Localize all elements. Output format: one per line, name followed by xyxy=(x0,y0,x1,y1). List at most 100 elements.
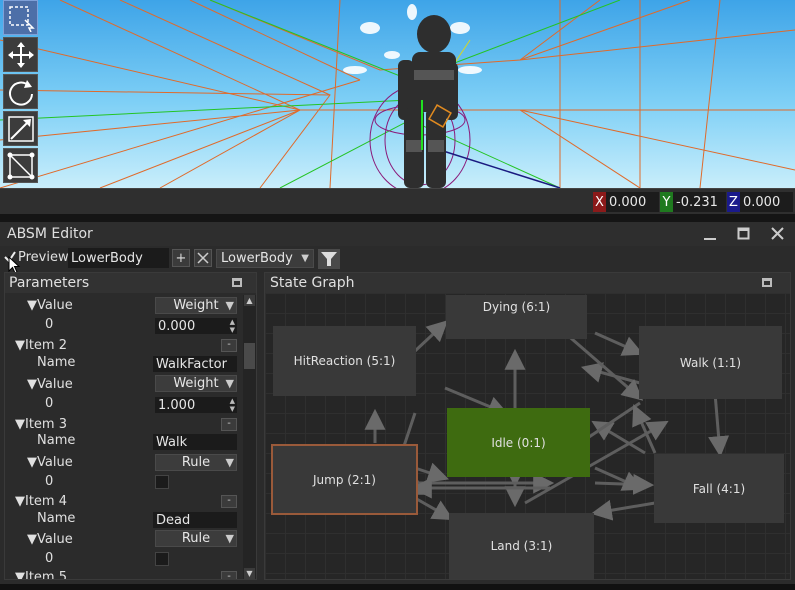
item3-index-label: 0 xyxy=(45,474,54,489)
item1-value-field[interactable]: 0.000 ▲ ▼ xyxy=(155,318,237,334)
y-label: Y xyxy=(660,192,673,212)
select-tool-button[interactable] xyxy=(3,0,38,35)
state-node-idle[interactable]: Idle (0:1) xyxy=(447,408,590,477)
item4-value-label[interactable]: ▼Value xyxy=(27,532,73,547)
expand-arrow-icon: ▼ xyxy=(27,377,37,392)
resize-icon xyxy=(7,152,34,179)
bottom-edge xyxy=(0,584,795,590)
item2-value-field[interactable]: 1.000 ▲ ▼ xyxy=(155,397,237,413)
parameters-panel: Parameters ▼Value Weight ▼ 0 0.000 ▲ ▼ ▼It… xyxy=(4,272,257,580)
item4-name-field[interactable]: Dead xyxy=(153,512,237,528)
item1-value-type-select[interactable]: Weight ▼ xyxy=(155,297,237,314)
absm-editor-window: ABSM Editor Preview LowerBody + LowerBod… xyxy=(0,222,795,584)
scene-wireframe xyxy=(0,0,795,188)
x-coordinate: X 0.000 xyxy=(593,192,659,212)
move-tool-button[interactable] xyxy=(3,37,38,72)
stepper-icon[interactable]: ▲ ▼ xyxy=(230,397,235,413)
layer-select-value: LowerBody xyxy=(221,251,293,266)
chevron-down-icon: ▼ xyxy=(225,456,234,469)
item4-header[interactable]: ▼Item 4 xyxy=(15,494,67,509)
item2-header[interactable]: ▼Item 2 xyxy=(15,338,67,353)
item3-rule-checkbox[interactable] xyxy=(155,475,169,489)
chevron-down-icon: ▼ xyxy=(225,377,234,390)
item3-name-label: Name xyxy=(37,433,76,448)
editor-titlebar[interactable]: ABSM Editor xyxy=(0,222,795,246)
chevron-down-icon: ▼ xyxy=(301,253,309,264)
x-field[interactable]: 0.000 xyxy=(606,192,659,212)
item2-name-field[interactable]: WalkFactor xyxy=(153,356,237,372)
scale-tool-button[interactable] xyxy=(3,111,38,146)
scroll-up-icon[interactable]: ▲ xyxy=(244,295,255,306)
preview-label[interactable]: Preview xyxy=(18,250,69,265)
item2-index-label: 0 xyxy=(45,396,54,411)
z-field[interactable]: 0.000 xyxy=(740,192,793,212)
state-node-fall[interactable]: Fall (4:1) xyxy=(654,454,784,523)
item3-value-type-select[interactable]: Rule ▼ xyxy=(155,454,237,471)
item4-index-label: 0 xyxy=(45,551,54,566)
resize-tool-button[interactable] xyxy=(3,148,38,183)
item2-name-label: Name xyxy=(37,355,76,370)
rotate-icon xyxy=(8,79,33,106)
item5-remove-button[interactable]: - xyxy=(221,571,237,579)
expand-arrow-icon: ▼ xyxy=(27,532,37,547)
item2-remove-button[interactable]: - xyxy=(221,339,237,352)
remove-layer-button[interactable] xyxy=(194,249,212,267)
chevron-down-icon: ▼ xyxy=(225,299,234,312)
expand-arrow-icon: ▼ xyxy=(15,338,25,353)
scrollbar-thumb[interactable] xyxy=(244,343,255,369)
item3-name-field[interactable]: Walk xyxy=(153,434,237,450)
item5-header[interactable]: ▼Item 5 xyxy=(15,570,67,580)
state-node-land[interactable]: Land (3:1) xyxy=(449,513,594,579)
item3-value-label[interactable]: ▼Value xyxy=(27,455,73,470)
select-icon xyxy=(8,5,35,32)
expand-arrow-icon: ▼ xyxy=(27,298,37,313)
item3-remove-button[interactable]: - xyxy=(221,418,237,431)
layer-name-field[interactable]: LowerBody xyxy=(68,248,169,268)
item3-header[interactable]: ▼Item 3 xyxy=(15,417,67,432)
expand-arrow-icon: ▼ xyxy=(15,570,25,580)
filter-icon[interactable] xyxy=(318,249,340,269)
panel-separator[interactable] xyxy=(0,214,795,222)
item2-value-type-select[interactable]: Weight ▼ xyxy=(155,375,237,392)
parameters-header: Parameters xyxy=(5,273,256,293)
panel-maximize-icon[interactable] xyxy=(232,278,242,287)
x-label: X xyxy=(593,192,606,212)
state-node-hitreaction[interactable]: HitReaction (5:1) xyxy=(273,326,416,396)
expand-arrow-icon: ▼ xyxy=(15,494,25,509)
item1-index-label: 0 xyxy=(45,317,54,332)
z-label: Z xyxy=(727,192,740,212)
scroll-down-icon[interactable]: ▼ xyxy=(244,568,255,579)
scale-icon xyxy=(7,115,34,142)
chevron-down-icon: ▼ xyxy=(225,532,234,545)
state-node-jump[interactable]: Jump (2:1) xyxy=(271,444,418,515)
item1-value-label[interactable]: ▼Value xyxy=(27,298,73,313)
minimize-icon[interactable] xyxy=(703,228,717,242)
state-node-walk[interactable]: Walk (1:1) xyxy=(639,326,782,399)
editor-toolbar: Preview LowerBody + LowerBody ▼ xyxy=(0,246,795,274)
item4-rule-checkbox[interactable] xyxy=(155,552,169,566)
item4-name-label: Name xyxy=(37,511,76,526)
item2-value-label[interactable]: ▼Value xyxy=(27,377,73,392)
maximize-icon[interactable] xyxy=(737,227,751,241)
item4-value-type-select[interactable]: Rule ▼ xyxy=(155,530,237,547)
remove-icon xyxy=(197,252,209,264)
parameters-scrollbar[interactable]: ▲ ▼ xyxy=(243,295,256,579)
z-coordinate: Z 0.000 xyxy=(727,192,793,212)
scene-viewport[interactable] xyxy=(0,0,795,188)
editor-title: ABSM Editor xyxy=(7,226,93,242)
layer-select[interactable]: LowerBody ▼ xyxy=(216,249,314,268)
add-icon: + xyxy=(175,250,187,266)
y-field[interactable]: -0.231 xyxy=(673,192,726,212)
panel-maximize-icon[interactable] xyxy=(762,278,772,287)
state-graph-header: State Graph xyxy=(265,273,790,293)
rotate-tool-button[interactable] xyxy=(3,74,38,109)
item4-remove-button[interactable]: - xyxy=(221,495,237,508)
add-layer-button[interactable]: + xyxy=(172,249,190,267)
close-icon[interactable] xyxy=(770,226,785,241)
state-graph-panel[interactable]: State Graph Dying (6:1) HitReaction (5:1… xyxy=(264,272,791,580)
expand-arrow-icon: ▼ xyxy=(15,417,25,432)
y-coordinate: Y -0.231 xyxy=(660,192,726,212)
state-node-dying[interactable]: Dying (6:1) xyxy=(446,295,587,339)
move-icon xyxy=(7,41,34,68)
stepper-icon[interactable]: ▲ ▼ xyxy=(230,318,235,334)
